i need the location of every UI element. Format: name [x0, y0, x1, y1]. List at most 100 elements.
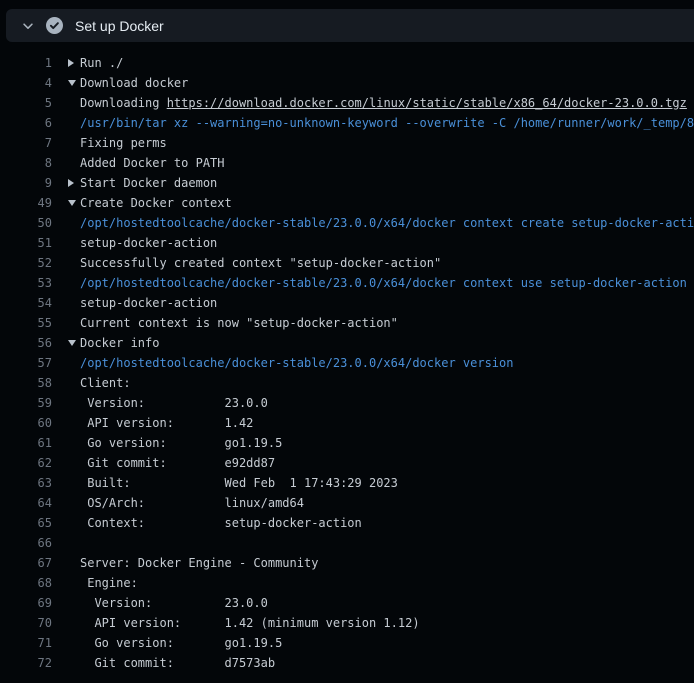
line-number[interactable]: 4	[0, 73, 52, 93]
log-text: Built: Wed Feb 1 17:43:29 2023	[80, 473, 398, 493]
log-text: API version: 1.42 (minimum version 1.12)	[80, 613, 420, 633]
line-number[interactable]: 53	[0, 273, 52, 293]
line-number[interactable]: 56	[0, 333, 52, 353]
line-number[interactable]: 52	[0, 253, 52, 273]
log-text: Download docker	[80, 73, 188, 93]
line-number[interactable]: 63	[0, 473, 52, 493]
log-text: Engine:	[80, 573, 138, 593]
log-row: 61 Go version: go1.19.5	[0, 433, 694, 453]
log-row: 58 Client:	[0, 373, 694, 393]
line-number[interactable]: 70	[0, 613, 52, 633]
log-row: 67 Server: Docker Engine - Community	[0, 553, 694, 573]
log-text: Version: 23.0.0	[80, 593, 268, 613]
log-text: /opt/hostedtoolcache/docker-stable/23.0.…	[80, 273, 687, 293]
line-number[interactable]: 62	[0, 453, 52, 473]
log-row: 50/opt/hostedtoolcache/docker-stable/23.…	[0, 213, 694, 233]
line-number[interactable]: 72	[0, 653, 52, 673]
log-text: OS/Arch: linux/amd64	[80, 493, 304, 513]
line-number[interactable]: 54	[0, 293, 52, 313]
log-text: Client:	[80, 373, 131, 393]
line-number[interactable]: 61	[0, 433, 52, 453]
step-title: Set up Docker	[75, 18, 164, 34]
line-number[interactable]: 59	[0, 393, 52, 413]
line-number[interactable]: 51	[0, 233, 52, 253]
log-row: 55 Current context is now "setup-docker-a…	[0, 313, 694, 333]
workflow-log-viewer: Set up Docker 1Run ./4 Download docker 5 Do…	[0, 0, 694, 683]
log-text: Docker info	[80, 333, 159, 353]
line-number[interactable]: 49	[0, 193, 52, 213]
log-text: Server: Docker Engine - Community	[80, 553, 318, 573]
log-text: Context: setup-docker-action	[80, 513, 362, 533]
log-text-segment: Downloading	[80, 96, 167, 110]
log-row: 52 Successfully created context "setup-do…	[0, 253, 694, 273]
log-row: 70 API version: 1.42 (minimum version 1.…	[0, 613, 694, 633]
log-row: 53/opt/hostedtoolcache/docker-stable/23.…	[0, 273, 694, 293]
line-number[interactable]: 64	[0, 493, 52, 513]
line-number[interactable]: 65	[0, 513, 52, 533]
log-row: 65 Context: setup-docker-action	[0, 513, 694, 533]
log-text: Git commit: d7573ab	[80, 653, 275, 673]
line-number[interactable]: 6	[0, 113, 52, 133]
log-text: Go version: go1.19.5	[80, 433, 282, 453]
triangle-down-icon	[68, 200, 80, 206]
step-header[interactable]: Set up Docker	[6, 9, 694, 42]
log-row: 63 Built: Wed Feb 1 17:43:29 2023	[0, 473, 694, 493]
log-group-row[interactable]: 4 Download docker	[0, 73, 694, 93]
log-text: Downloading https://download.docker.com/…	[80, 93, 687, 113]
log-row: 62 Git commit: e92dd87	[0, 453, 694, 473]
log-text: Successfully created context "setup-dock…	[80, 253, 441, 273]
log-text: Fixing perms	[80, 133, 167, 153]
line-number[interactable]: 9	[0, 173, 52, 193]
line-number[interactable]: 67	[0, 553, 52, 573]
log-text: setup-docker-action	[80, 293, 217, 313]
line-number[interactable]: 5	[0, 93, 52, 113]
log-row: 69 Version: 23.0.0	[0, 593, 694, 613]
log-row: 59 Version: 23.0.0	[0, 393, 694, 413]
log-group-row[interactable]: 1Run ./	[0, 53, 694, 73]
log-row: 6/usr/bin/tar xz --warning=no-unknown-ke…	[0, 113, 694, 133]
log-row: 51 setup-docker-action	[0, 233, 694, 253]
line-number[interactable]: 7	[0, 133, 52, 153]
log-text: API version: 1.42	[80, 413, 253, 433]
log-row: 72 Git commit: d7573ab	[0, 653, 694, 673]
line-number[interactable]: 57	[0, 353, 52, 373]
log-text: /usr/bin/tar xz --warning=no-unknown-key…	[80, 113, 694, 133]
line-number[interactable]: 69	[0, 593, 52, 613]
log-text: /opt/hostedtoolcache/docker-stable/23.0.…	[80, 353, 513, 373]
log-text: /opt/hostedtoolcache/docker-stable/23.0.…	[80, 213, 694, 233]
log-row: 64 OS/Arch: linux/amd64	[0, 493, 694, 513]
log-text: Added Docker to PATH	[80, 153, 225, 173]
line-number[interactable]: 1	[0, 53, 52, 73]
line-number[interactable]: 50	[0, 213, 52, 233]
log-link[interactable]: https://download.docker.com/linux/static…	[167, 96, 687, 110]
log-row: 54 setup-docker-action	[0, 293, 694, 313]
log-text: setup-docker-action	[80, 233, 217, 253]
log-text: Go version: go1.19.5	[80, 633, 282, 653]
log-row: 57/opt/hostedtoolcache/docker-stable/23.…	[0, 353, 694, 373]
line-number[interactable]: 55	[0, 313, 52, 333]
line-number[interactable]: 58	[0, 373, 52, 393]
line-number[interactable]: 8	[0, 153, 52, 173]
line-number[interactable]: 66	[0, 533, 52, 553]
line-number[interactable]: 71	[0, 633, 52, 653]
log-group-row[interactable]: 56 Docker info	[0, 333, 694, 353]
check-circle-icon	[46, 17, 63, 34]
triangle-down-icon	[68, 80, 80, 86]
log-row: 5 Downloading https://download.docker.com…	[0, 93, 694, 113]
chevron-down-icon[interactable]	[21, 19, 35, 33]
log-lines: 1Run ./4 Download docker 5 Downloading http…	[0, 53, 694, 683]
line-number[interactable]: 60	[0, 413, 52, 433]
log-row: 60 API version: 1.42	[0, 413, 694, 433]
triangle-down-icon	[68, 340, 80, 346]
triangle-right-icon	[68, 179, 80, 187]
log-group-row[interactable]: 49Create Docker context	[0, 193, 694, 213]
log-row: 8 Added Docker to PATH	[0, 153, 694, 173]
triangle-right-icon	[68, 59, 80, 67]
log-text: Current context is now "setup-docker-act…	[80, 313, 398, 333]
log-row: 66	[0, 533, 694, 553]
log-row: 71 Go version: go1.19.5	[0, 633, 694, 653]
log-group-row[interactable]: 9Start Docker daemon	[0, 173, 694, 193]
line-number[interactable]: 68	[0, 573, 52, 593]
log-row: 7 Fixing perms	[0, 133, 694, 153]
log-text: Version: 23.0.0	[80, 393, 268, 413]
